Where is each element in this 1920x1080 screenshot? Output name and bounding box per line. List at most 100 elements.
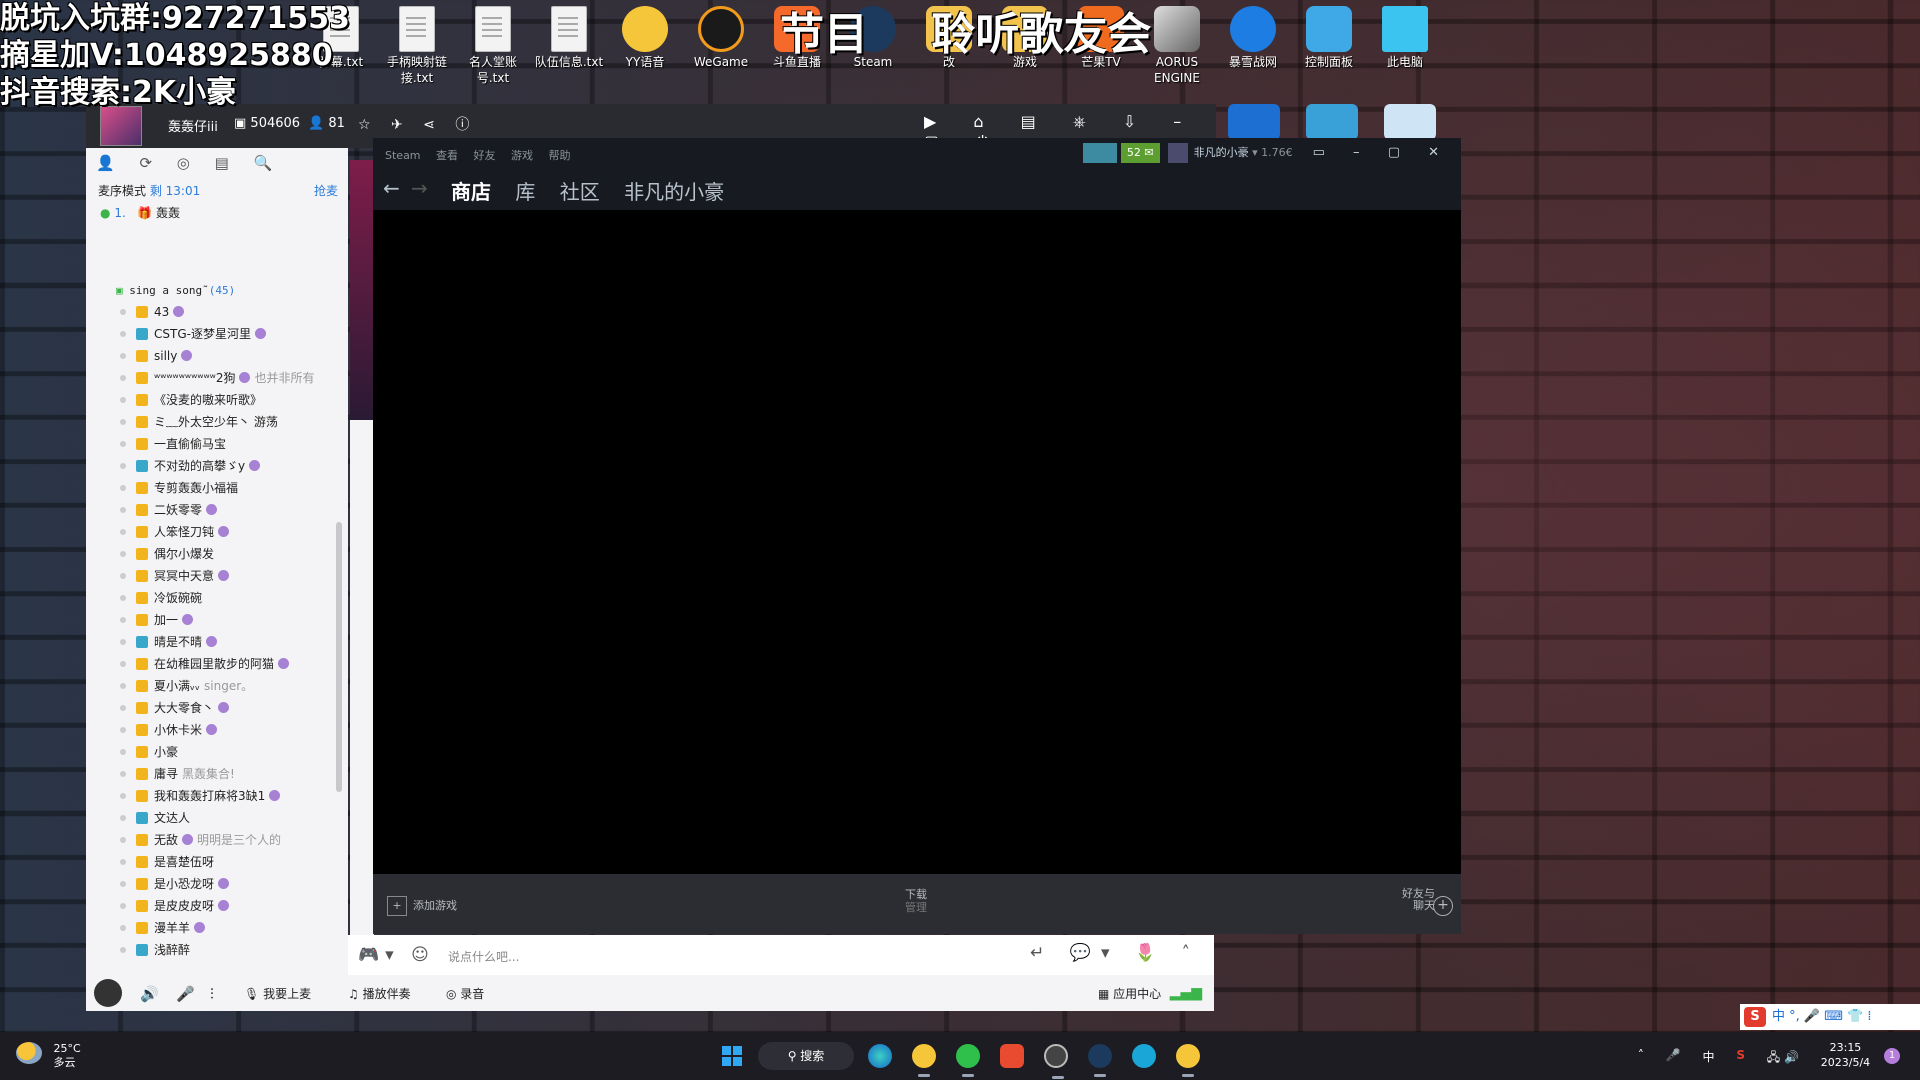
- desktop-icon-partial[interactable]: [1228, 104, 1280, 140]
- list-item[interactable]: 偶尔小爆发: [86, 543, 348, 565]
- yy-voice-icon[interactable]: [1176, 1044, 1200, 1077]
- list-item[interactable]: 无敌 明明是三个人的: [86, 829, 348, 851]
- accompany-button[interactable]: ♫ 播放伴奏: [348, 985, 411, 1002]
- list-item[interactable]: 43: [86, 301, 348, 323]
- notification-badge[interactable]: 1: [1884, 1048, 1900, 1064]
- list-item[interactable]: 专剪轰轰小福福: [86, 477, 348, 499]
- list-item[interactable]: CSTG-逐梦星河里: [86, 323, 348, 345]
- add-friend-icon[interactable]: +: [1433, 896, 1453, 916]
- list-item[interactable]: 浅醉醉: [86, 939, 348, 961]
- taskbar-search[interactable]: ⚲ 搜索: [758, 1042, 854, 1070]
- panel-toolbar[interactable]: 👤 ⟳ ◎ ▤ 🔍: [86, 148, 348, 180]
- network-volume-icon[interactable]: 🖧 🔊: [1767, 1048, 1799, 1069]
- add-game-button[interactable]: + 添加游戏: [387, 896, 457, 916]
- list-item[interactable]: 人笨怪刀钝: [86, 521, 348, 543]
- list-item[interactable]: 冷饭碗碗: [86, 587, 348, 609]
- start-button[interactable]: [722, 1046, 742, 1066]
- equalizer-icon[interactable]: ⫶: [210, 985, 214, 1003]
- list-item[interactable]: 我和轰轰打麻将3缺1: [86, 785, 348, 807]
- list-item[interactable]: 夏小满ᵥᵥ singer。: [86, 675, 348, 697]
- menu-help[interactable]: 帮助: [549, 149, 571, 162]
- weather-widget[interactable]: 25°C 多云: [16, 1042, 81, 1070]
- yy-taskbar-icon[interactable]: [912, 1044, 936, 1077]
- text-file-icon: [475, 6, 511, 52]
- sub-channel-title[interactable]: ▣ sing a song˜(45): [86, 284, 348, 297]
- list-item[interactable]: 加一: [86, 609, 348, 631]
- list-item[interactable]: 一直偷偷马宝: [86, 433, 348, 455]
- back-arrow-icon[interactable]: ←: [383, 176, 400, 200]
- list-item[interactable]: 庸寻 黑轰集合!: [86, 763, 348, 785]
- menu-view[interactable]: 查看: [436, 149, 458, 162]
- desktop-icon-wegame[interactable]: WeGame: [684, 6, 758, 70]
- desktop-icon-this-pc[interactable]: 此电脑: [1368, 6, 1442, 70]
- app-center-button[interactable]: ▦ 应用中心: [1098, 985, 1161, 1002]
- tab-community[interactable]: 社区: [560, 180, 600, 204]
- menu-steam[interactable]: Steam: [385, 149, 421, 162]
- friends-chat-button[interactable]: 好友与 聊天: [1402, 888, 1435, 912]
- chat-input[interactable]: 说点什么吧...: [448, 948, 519, 965]
- channel-avatar[interactable]: [100, 106, 142, 146]
- list-item[interactable]: 《没麦的嗷来听歌》: [86, 389, 348, 411]
- microphone-icon[interactable]: 🎤: [176, 985, 195, 1003]
- input-tools-icons[interactable]: 🎮▾ ☺: [358, 945, 435, 965]
- list-item[interactable]: ミ﹏外太空少年丶 游荡: [86, 411, 348, 433]
- badge-icon: [182, 834, 194, 845]
- channel-action-icons[interactable]: ☆ ✈ ⋖ ⓘ: [358, 114, 477, 134]
- speaker-icon[interactable]: 🔊: [140, 985, 159, 1003]
- list-item[interactable]: 是小恐龙呀: [86, 873, 348, 895]
- list-item[interactable]: 文达人: [86, 807, 348, 829]
- desktop-icon-gamepad-txt[interactable]: 手柄映射链接.txt: [380, 6, 454, 86]
- user-level-icon: [136, 834, 148, 846]
- downloads-button[interactable]: 下载 管理: [905, 888, 927, 914]
- account-menu[interactable]: 非凡的小豪 ▾ 1.76€: [1167, 143, 1293, 163]
- steam-window-controls[interactable]: ▭ – ▢ ✕: [1313, 143, 1451, 163]
- tab-profile[interactable]: 非凡的小豪: [624, 180, 724, 204]
- ime-language[interactable]: 中: [1702, 1048, 1714, 1065]
- desktop-icon-partial[interactable]: [1306, 104, 1358, 140]
- broadcast-button[interactable]: [1082, 143, 1117, 163]
- list-item[interactable]: 是皮皮皮呀: [86, 895, 348, 917]
- mic-up-button[interactable]: 🎙 我要上麦: [244, 985, 311, 1002]
- list-item[interactable]: 冥冥中天意: [86, 565, 348, 587]
- list-item[interactable]: silly: [86, 345, 348, 367]
- desktop-icon-team-txt[interactable]: 队伍信息.txt: [532, 6, 606, 70]
- record-button[interactable]: ◎ 录音: [446, 985, 484, 1002]
- tab-store[interactable]: 商店: [451, 180, 491, 204]
- list-item[interactable]: 小休卡米: [86, 719, 348, 741]
- my-avatar[interactable]: [94, 979, 122, 1007]
- queue-item[interactable]: ● 1. 🎁 轰轰: [86, 202, 348, 228]
- sogou-tray-icon[interactable]: S: [1736, 1048, 1745, 1062]
- list-item[interactable]: 小豪: [86, 741, 348, 763]
- menu-games[interactable]: 游戏: [511, 149, 533, 162]
- app-red-icon[interactable]: [1000, 1044, 1024, 1068]
- list-item[interactable]: 漫羊羊: [86, 917, 348, 939]
- desktop-icon-yy[interactable]: YY语音: [608, 6, 682, 70]
- list-item[interactable]: 晴是不晴: [86, 631, 348, 653]
- list-item[interactable]: 在幼稚园里散步的阿猫: [86, 653, 348, 675]
- send-tools-icons[interactable]: ↵ 💬▾ 🌷 ˄: [1030, 943, 1200, 963]
- desktop-icon-control-panel[interactable]: 控制面板: [1292, 6, 1366, 70]
- clock[interactable]: 23:15 2023/5/4: [1821, 1040, 1870, 1070]
- app-blue-icon[interactable]: [1132, 1044, 1156, 1068]
- user-list-scrollbar[interactable]: [336, 522, 342, 792]
- messages-button[interactable]: 52 ✉: [1120, 143, 1160, 163]
- ime-toolbar[interactable]: S 中 °, 🎤 ⌨ 👕 ⁞: [1740, 1004, 1920, 1030]
- list-item[interactable]: 是喜楚伍呀: [86, 851, 348, 873]
- desktop-icon-account-txt[interactable]: 名人堂账号.txt: [456, 6, 530, 86]
- menu-friends[interactable]: 好友: [474, 149, 496, 162]
- tab-library[interactable]: 库: [515, 180, 535, 204]
- obs-icon[interactable]: [1044, 1044, 1068, 1079]
- steam-taskbar-icon[interactable]: [1088, 1044, 1112, 1077]
- list-item[interactable]: ʷʷʷʷʷʷʷʷʷʷ2狗 也并非所有: [86, 367, 348, 389]
- list-item[interactable]: 不对劲的高攀ゞy: [86, 455, 348, 477]
- desktop-icon-battlenet[interactable]: 暴雪战网: [1216, 6, 1290, 70]
- list-item[interactable]: 大大零食丶: [86, 697, 348, 719]
- recycle-bin-icon[interactable]: [1384, 104, 1436, 140]
- grab-mic-link[interactable]: 抢麦: [314, 180, 338, 202]
- tray-chevron-icon[interactable]: ˄: [1638, 1048, 1644, 1062]
- edge-icon[interactable]: [868, 1044, 892, 1068]
- forward-arrow-icon[interactable]: →: [411, 176, 428, 200]
- tray-mic-icon[interactable]: 🎤: [1666, 1048, 1681, 1062]
- wechat-icon[interactable]: [956, 1044, 980, 1077]
- list-item[interactable]: 二妖零零: [86, 499, 348, 521]
